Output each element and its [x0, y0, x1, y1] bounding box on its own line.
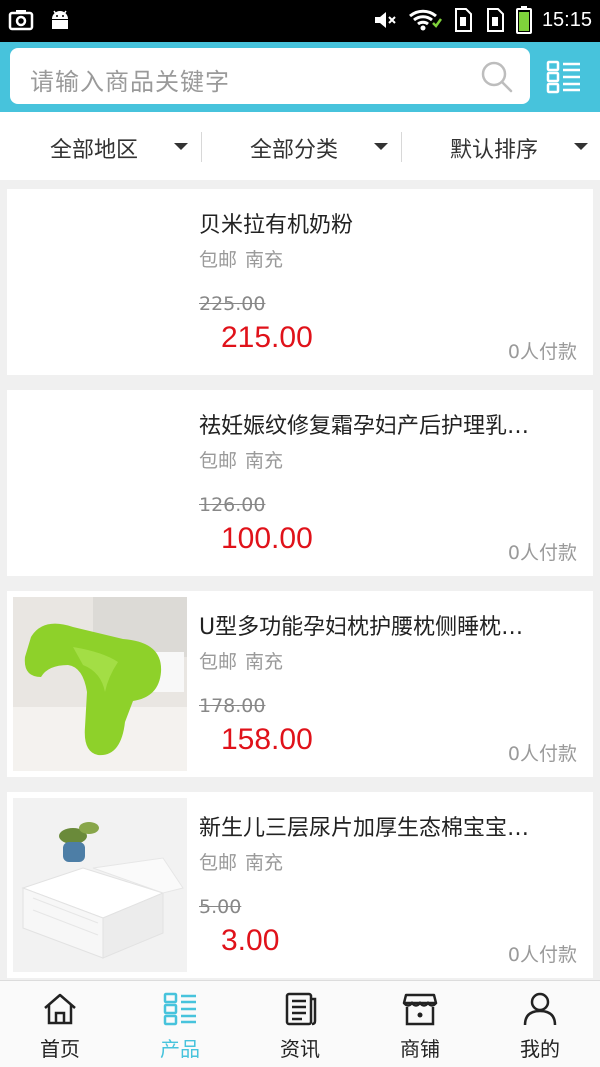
nav-me[interactable]: 我的	[480, 981, 600, 1067]
shipping-label: 包邮	[199, 450, 238, 472]
sim-card-icon	[486, 8, 504, 32]
home-icon	[44, 993, 76, 1025]
filter-bar: 全部地区 全部分类 默认排序	[0, 112, 600, 180]
product-meta: 包邮 南充	[199, 245, 283, 272]
android-icon	[52, 10, 68, 29]
paid-count: 0人付款	[507, 944, 577, 966]
price: 100.00	[221, 522, 313, 555]
paid-count: 0人付款	[507, 542, 577, 564]
list-menu-icon[interactable]	[546, 60, 582, 94]
product-title: U型多功能孕妇枕护腰枕侧睡枕…	[199, 615, 524, 640]
price: 158.00	[221, 723, 313, 756]
original-price: 178.00	[199, 695, 266, 717]
filter-category[interactable]: 全部分类	[200, 112, 400, 180]
product-image	[13, 396, 187, 570]
filter-category-label: 全部分类	[250, 138, 339, 163]
product-card[interactable]: 新生儿三层尿片加厚生态棉宝宝… 包邮 南充 5.00 3.00 0人付款	[7, 792, 593, 978]
status-bar: 15:15	[0, 0, 600, 42]
user-icon	[523, 992, 557, 1026]
search-icon[interactable]	[480, 60, 514, 94]
shipping-label: 包邮	[199, 852, 238, 874]
search-header: 请输入商品关键字	[0, 42, 600, 112]
nav-me-label: 我的	[520, 1037, 560, 1061]
nav-shop[interactable]: 商铺	[360, 981, 480, 1067]
shipping-label: 包邮	[199, 651, 238, 673]
product-image	[13, 798, 187, 972]
battery-icon	[515, 6, 532, 34]
nav-products[interactable]: 产品	[120, 981, 240, 1067]
original-price: 225.00	[199, 293, 266, 315]
paid-count: 0人付款	[507, 341, 577, 363]
city-label: 南充	[245, 249, 284, 271]
mute-icon	[374, 12, 396, 28]
caret-down-icon	[374, 143, 388, 150]
product-meta: 包邮 南充	[199, 848, 283, 875]
product-meta: 包邮 南充	[199, 647, 283, 674]
product-image	[13, 597, 187, 771]
nav-home-label: 首页	[40, 1037, 80, 1061]
wifi-icon	[408, 9, 442, 31]
news-icon	[285, 992, 317, 1026]
clock: 15:15	[541, 8, 592, 31]
screenshot-icon	[8, 10, 34, 31]
nav-shop-label: 商铺	[400, 1037, 440, 1061]
price: 3.00	[221, 924, 280, 957]
nav-news[interactable]: 资讯	[240, 981, 360, 1067]
paid-count: 0人付款	[507, 743, 577, 765]
product-meta: 包邮 南充	[199, 446, 283, 473]
city-label: 南充	[245, 450, 284, 472]
product-title: 新生儿三层尿片加厚生态棉宝宝…	[199, 816, 530, 841]
product-card[interactable]: 祛妊娠纹修复霜孕妇产后护理乳… 包邮 南充 126.00 100.00 0人付款	[7, 390, 593, 576]
product-grid-icon	[163, 992, 196, 1026]
filter-sort[interactable]: 默认排序	[400, 112, 600, 180]
filter-region-label: 全部地区	[50, 138, 139, 163]
search-placeholder: 请输入商品关键字	[30, 68, 230, 96]
city-label: 南充	[245, 651, 284, 673]
product-title: 祛妊娠纹修复霜孕妇产后护理乳…	[199, 414, 530, 439]
filter-region[interactable]: 全部地区	[0, 112, 200, 180]
nav-products-label: 产品	[160, 1037, 200, 1061]
product-card[interactable]: U型多功能孕妇枕护腰枕侧睡枕… 包邮 南充 178.00 158.00 0人付款	[7, 591, 593, 777]
u-pillow-image	[13, 597, 187, 771]
price: 215.00	[221, 321, 313, 354]
shop-icon	[402, 993, 438, 1026]
product-title: 贝米拉有机奶粉	[199, 213, 354, 238]
caret-down-icon	[174, 143, 188, 150]
caret-down-icon	[574, 143, 588, 150]
nav-home[interactable]: 首页	[0, 981, 120, 1067]
city-label: 南充	[245, 852, 284, 874]
nav-news-label: 资讯	[280, 1037, 320, 1061]
product-card[interactable]: 贝米拉有机奶粉 包邮 南充 225.00 215.00 0人付款	[7, 189, 593, 375]
original-price: 5.00	[199, 896, 242, 918]
filter-sort-label: 默认排序	[450, 138, 539, 163]
shipping-label: 包邮	[199, 249, 238, 271]
sim-card-icon	[454, 8, 472, 32]
original-price: 126.00	[199, 494, 266, 516]
bottom-nav: 首页 产品 资讯 商铺 我的	[0, 980, 600, 1067]
product-image	[13, 195, 187, 369]
search-input[interactable]: 请输入商品关键字	[10, 48, 530, 104]
diapers-image	[13, 798, 187, 972]
